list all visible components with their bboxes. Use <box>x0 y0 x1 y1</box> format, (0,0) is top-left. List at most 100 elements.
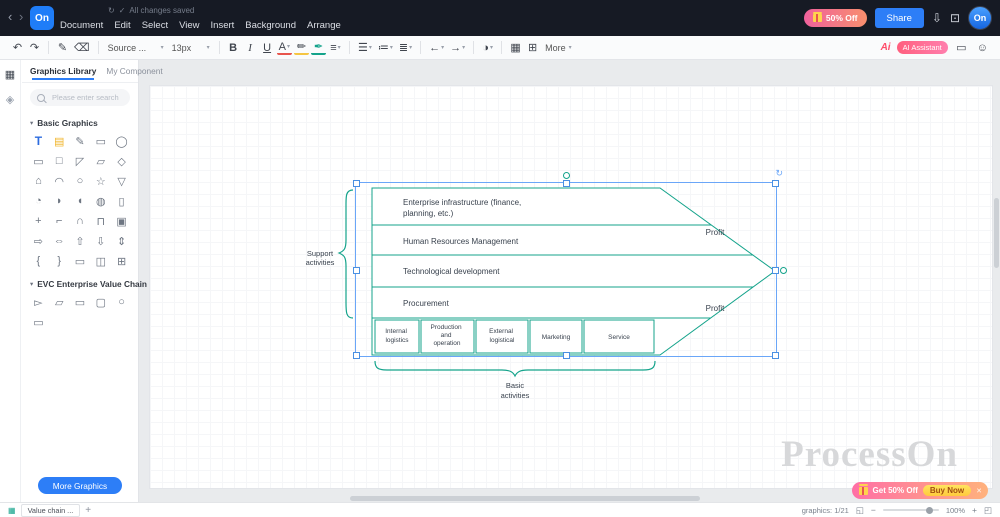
font-color-button[interactable]: A▾ <box>277 40 292 55</box>
pages-icon[interactable]: ▦ <box>8 506 16 515</box>
shape-item[interactable]: ◠ <box>49 173 70 189</box>
shape-item[interactable]: ▭ <box>28 153 49 169</box>
shape-item[interactable]: ▽ <box>111 173 132 189</box>
shape-item[interactable]: ▭ <box>90 133 111 149</box>
italic-button[interactable]: I <box>243 39 258 57</box>
frame-icon[interactable]: ▭ <box>954 39 969 57</box>
theme-color-button[interactable]: ◑▾ <box>480 39 495 57</box>
format-painter-icon[interactable]: ✎ <box>55 39 70 57</box>
tab-my-component[interactable]: My Component <box>106 62 162 80</box>
shape-item[interactable]: ☆ <box>90 173 111 189</box>
processon-logo[interactable]: On <box>30 6 54 30</box>
connection-point-right[interactable] <box>780 267 787 274</box>
menu-arrange[interactable]: Arrange <box>307 20 341 31</box>
shape-item[interactable]: ⊓ <box>90 213 111 229</box>
shape-item[interactable]: ⇧ <box>70 233 91 249</box>
shape-item[interactable]: T <box>28 133 49 149</box>
arrow-start-button[interactable]: ←▾ <box>427 39 446 57</box>
highlight-color-button[interactable]: ✏ <box>294 40 309 55</box>
redo-icon[interactable]: ↷ <box>27 39 42 57</box>
user-avatar[interactable]: On <box>968 6 992 30</box>
horizontal-scrollbar[interactable] <box>350 496 700 501</box>
toolbar-more-button[interactable]: More▾ <box>542 39 575 57</box>
menu-select[interactable]: Select <box>142 20 168 31</box>
section-basic-graphics[interactable]: ▾ Basic Graphics <box>22 112 138 131</box>
download-icon[interactable]: ⇩ <box>932 11 942 25</box>
list-button[interactable]: ≔▾ <box>376 39 395 57</box>
shape-item[interactable]: ▭ <box>70 294 91 310</box>
table-icon[interactable]: ▦ <box>508 39 523 57</box>
zoom-slider-thumb[interactable] <box>926 507 933 514</box>
shape-item[interactable]: ▢ <box>90 294 111 310</box>
eraser-icon[interactable]: ⌫ <box>72 39 92 57</box>
shape-item[interactable]: ⇕ <box>111 233 132 249</box>
tab-graphics-library[interactable]: Graphics Library <box>30 62 96 80</box>
back-button[interactable]: ‹ <box>8 10 12 24</box>
present-icon[interactable]: ⊡ <box>950 11 960 25</box>
selection-handle-ne[interactable] <box>772 180 779 187</box>
fullscreen-icon[interactable]: ◰ <box>984 505 992 516</box>
shape-item[interactable]: ○ <box>111 294 132 310</box>
line-spacing-button[interactable]: ≣▾ <box>397 39 414 57</box>
selection-handle-sw[interactable] <box>353 352 360 359</box>
canvas[interactable]: ProcessOn Enterpri <box>138 60 1000 502</box>
selection-handle-w[interactable] <box>353 267 360 274</box>
menu-background[interactable]: Background <box>245 20 296 31</box>
shape-item[interactable]: ○ <box>70 173 91 189</box>
magic-panel-icon[interactable]: ◈ <box>6 93 14 106</box>
shape-item[interactable]: ✎ <box>70 133 91 149</box>
shape-item[interactable]: ◔ <box>28 193 49 209</box>
zoom-in-button[interactable]: + <box>972 505 977 515</box>
shape-item[interactable]: ▭ <box>70 253 91 269</box>
more-graphics-button[interactable]: More Graphics <box>38 477 122 494</box>
underline-button[interactable]: U <box>260 39 275 57</box>
align-button[interactable]: ☰▾ <box>356 39 374 57</box>
shape-item[interactable]: } <box>49 253 70 269</box>
shape-item[interactable]: ▤ <box>49 133 70 149</box>
forward-button[interactable]: › <box>19 10 23 24</box>
fit-screen-icon[interactable]: ◱ <box>856 505 864 516</box>
shape-item[interactable]: ⇔ <box>49 233 70 249</box>
shape-item[interactable]: ◇ <box>111 153 132 169</box>
shape-item[interactable]: ▻ <box>28 294 49 310</box>
selection-handle-n[interactable] <box>563 180 570 187</box>
sticker-icon[interactable]: ☺ <box>975 39 990 57</box>
undo-icon[interactable]: ↶ <box>10 39 25 57</box>
zoom-slider[interactable] <box>883 509 939 511</box>
zoom-out-button[interactable]: − <box>871 505 876 515</box>
discount-badge[interactable]: 50% Off <box>804 9 867 27</box>
menu-edit[interactable]: Edit <box>114 20 130 31</box>
shape-item[interactable]: ◫ <box>90 253 111 269</box>
shape-item[interactable]: ◖ <box>70 193 91 209</box>
promo-banner[interactable]: Get 50% Off Buy Now ✕ <box>852 482 988 499</box>
menu-document[interactable]: Document <box>60 20 103 31</box>
page-tab[interactable]: Value chain ... <box>21 504 81 517</box>
shape-item[interactable]: ◯ <box>111 133 132 149</box>
layout-icon[interactable]: ⊞ <box>525 39 540 57</box>
buy-now-button[interactable]: Buy Now <box>923 485 971 496</box>
selection-handle-s[interactable] <box>563 352 570 359</box>
share-button[interactable]: Share <box>875 8 924 28</box>
shape-item[interactable]: ⇩ <box>90 233 111 249</box>
shape-item[interactable]: + <box>28 213 49 229</box>
shape-item[interactable]: □ <box>49 153 70 169</box>
selection-handle-se[interactable] <box>772 352 779 359</box>
shape-item[interactable]: ▱ <box>49 294 70 310</box>
shape-item[interactable]: ∩ <box>70 213 91 229</box>
stroke-style-button[interactable]: ≡▾ <box>328 39 343 57</box>
pen-color-button[interactable]: ✒ <box>311 40 326 55</box>
shape-item[interactable]: ◸ <box>70 153 91 169</box>
menu-insert[interactable]: Insert <box>211 20 235 31</box>
shape-item[interactable]: ◗ <box>49 193 70 209</box>
connection-point-top[interactable] <box>563 172 570 179</box>
selection-handle-nw[interactable] <box>353 180 360 187</box>
shape-item[interactable]: ▭ <box>28 314 49 330</box>
selection-handle-e[interactable] <box>772 267 779 274</box>
search-input[interactable] <box>50 92 134 103</box>
rotate-handle-icon[interactable]: ↻ <box>775 168 783 179</box>
arrow-end-button[interactable]: →▾ <box>448 39 467 57</box>
shape-item[interactable]: ▣ <box>111 213 132 229</box>
shape-item[interactable]: ⌐ <box>49 213 70 229</box>
shapes-panel-icon[interactable]: ▦ <box>5 68 15 81</box>
add-page-button[interactable]: + <box>85 505 91 516</box>
